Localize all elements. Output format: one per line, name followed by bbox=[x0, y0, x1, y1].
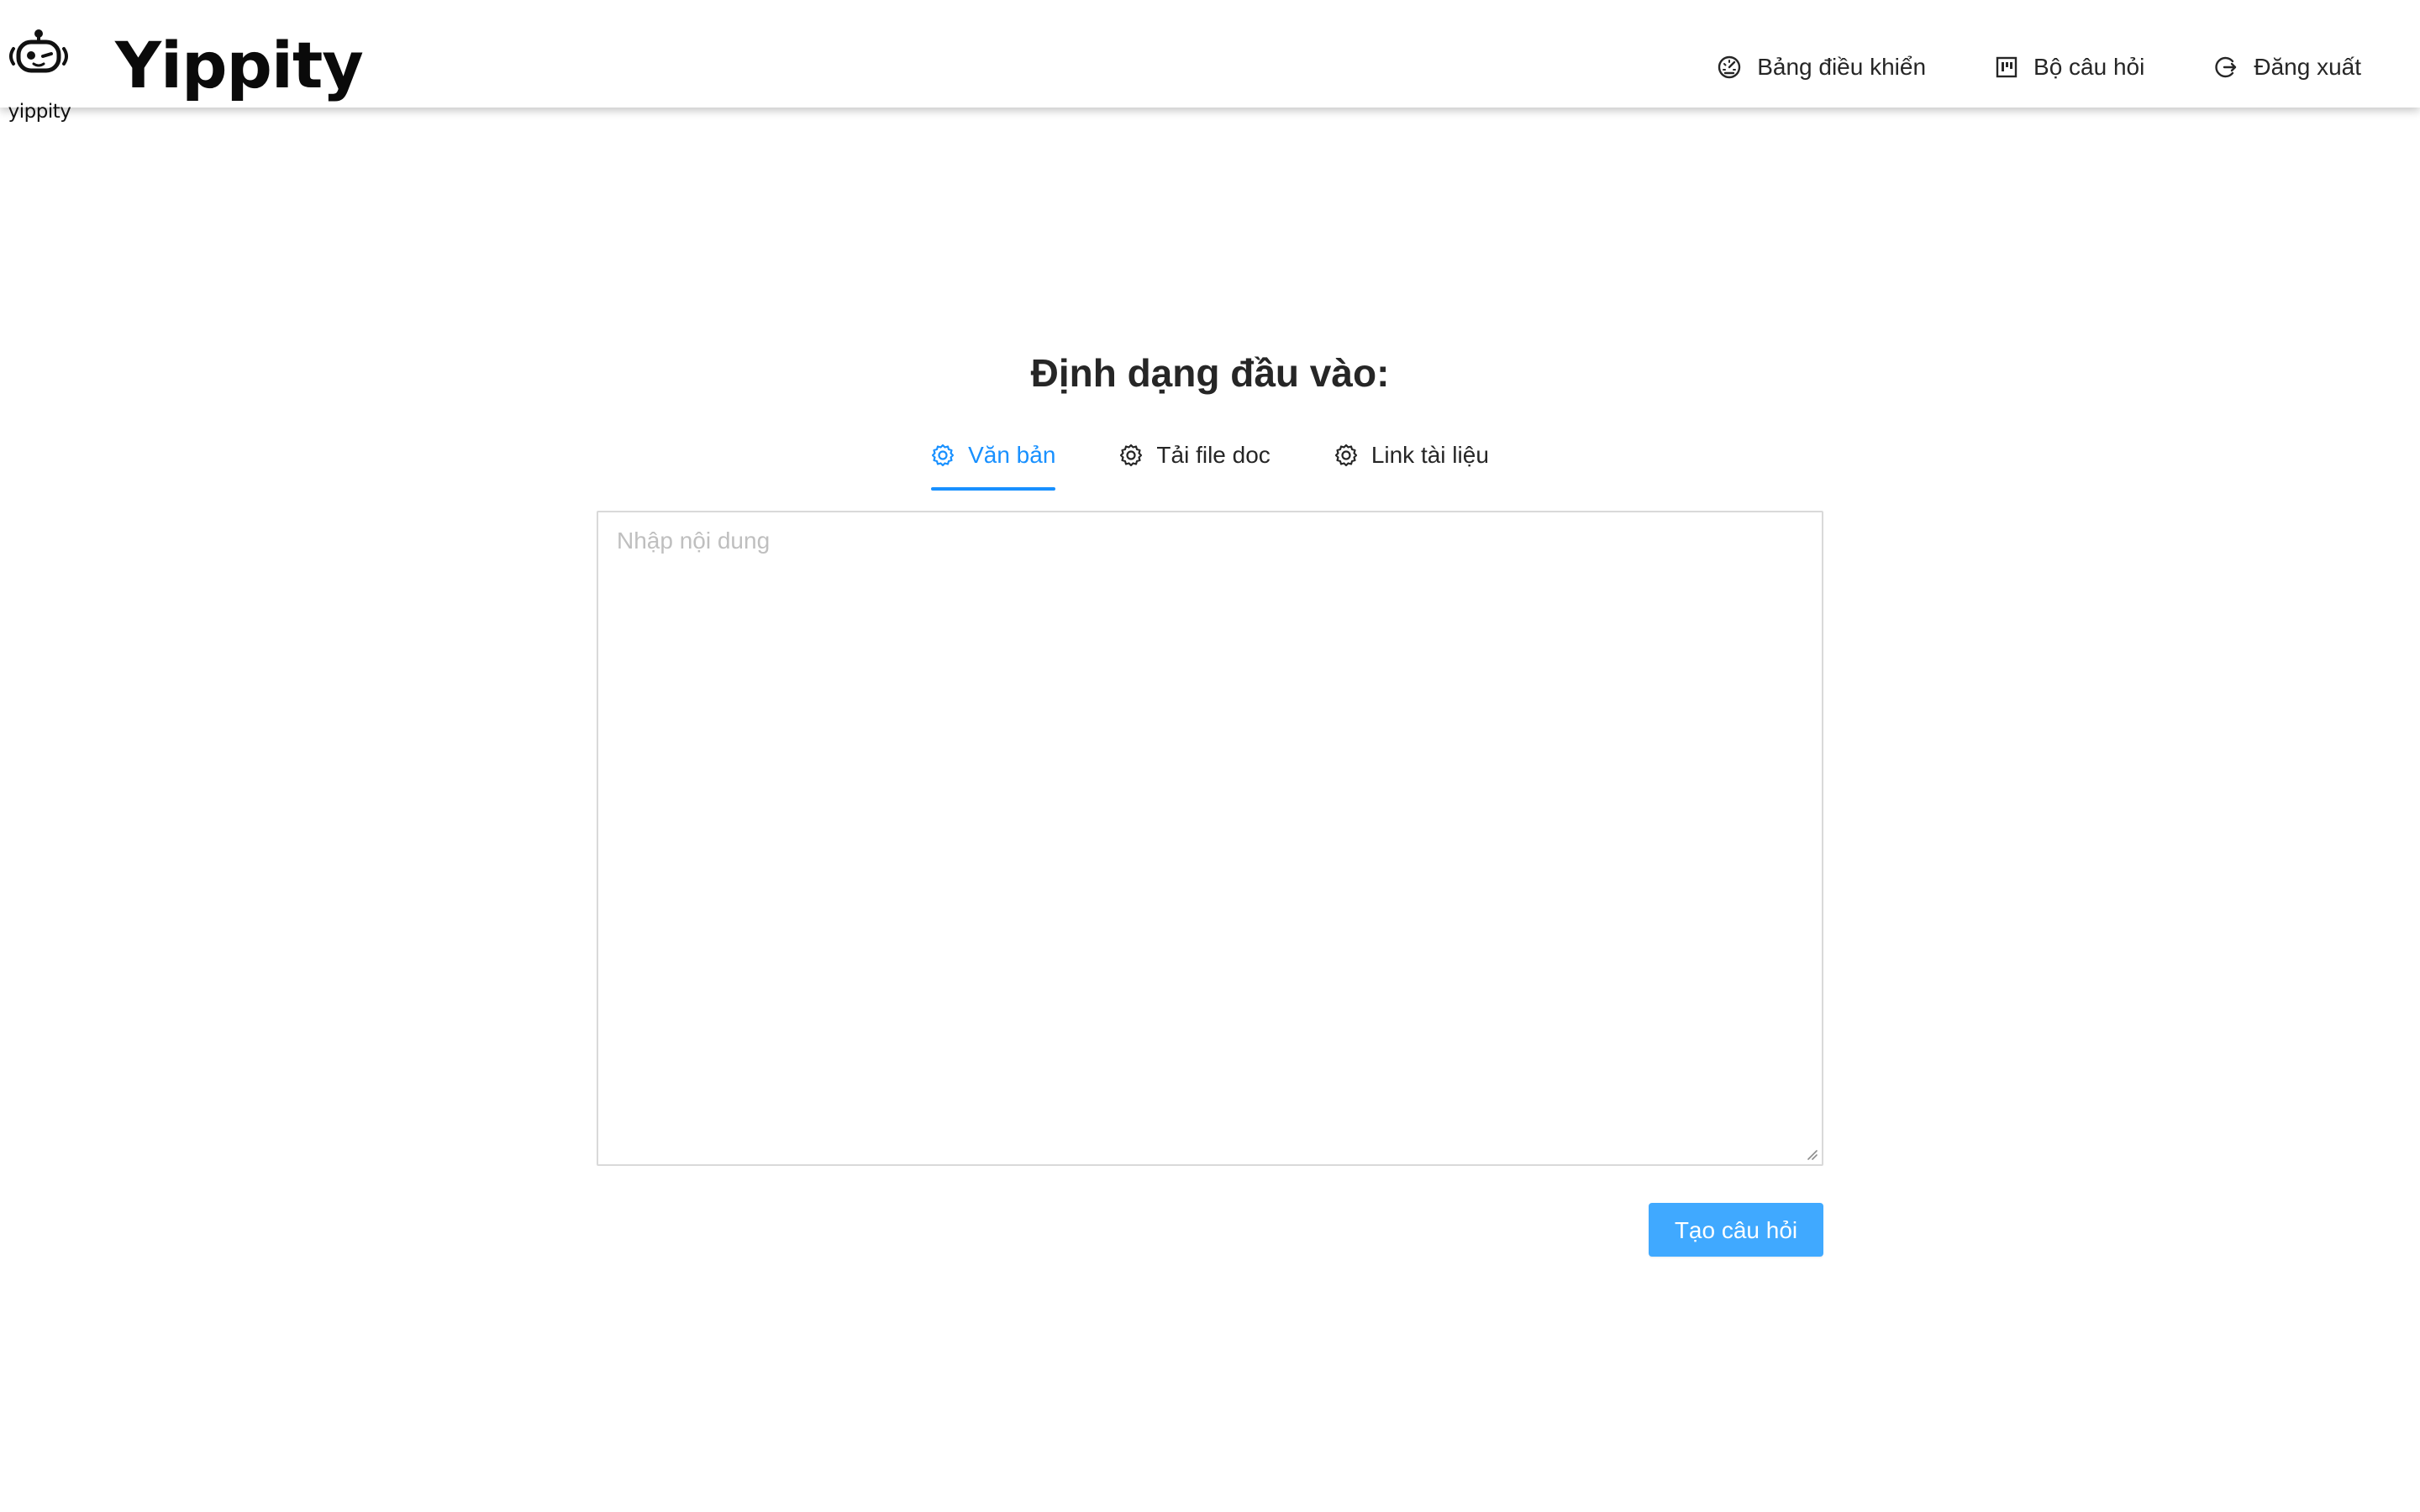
create-questions-button[interactable]: Tạo câu hỏi bbox=[1649, 1203, 1823, 1257]
tab-label-document-link: Link tài liệu bbox=[1370, 442, 1489, 468]
top-header: yippity Yippity Bảng điều khiển Bộ câu h… bbox=[0, 0, 2420, 123]
nav-item-question-sets[interactable]: Bộ câu hỏi bbox=[1995, 50, 2144, 84]
logo[interactable]: yippity bbox=[0, 29, 79, 123]
robot-logo-icon bbox=[9, 29, 68, 73]
tab-upload-doc[interactable]: Tải file doc bbox=[1119, 437, 1270, 474]
tab-text[interactable]: Văn bản bbox=[931, 437, 1056, 491]
dashboard-icon bbox=[1718, 55, 1741, 79]
nav-item-dashboard[interactable]: Bảng điều khiển bbox=[1717, 50, 1926, 84]
project-icon bbox=[1996, 56, 2018, 78]
gear-icon bbox=[931, 444, 955, 467]
input-format-tabs: Văn bản Tải file doc Link tài liệu bbox=[0, 437, 2420, 494]
content-input[interactable] bbox=[598, 512, 1822, 1164]
tab-label-upload-doc: Tải file doc bbox=[1156, 442, 1270, 468]
nav-label-logout: Đăng xuất bbox=[2254, 54, 2361, 80]
gear-icon bbox=[1120, 444, 1143, 467]
tab-label-text: Văn bản bbox=[968, 442, 1056, 468]
nav-item-logout[interactable]: Đăng xuất bbox=[2213, 50, 2361, 84]
page-title: Định dạng đầu vào: bbox=[1030, 351, 1390, 395]
logo-caption: yippity bbox=[8, 101, 71, 123]
tab-document-link[interactable]: Link tài liệu bbox=[1334, 437, 1489, 474]
brand-name[interactable]: Yippity bbox=[115, 25, 364, 106]
nav-label-dashboard: Bảng điều khiển bbox=[1757, 54, 1927, 80]
nav-label-question-sets: Bộ câu hỏi bbox=[2033, 54, 2145, 80]
gear-icon bbox=[1334, 444, 1357, 467]
resize-handle-icon[interactable] bbox=[1803, 1146, 1818, 1161]
content-input-container bbox=[597, 511, 1823, 1166]
logout-icon bbox=[2215, 56, 2237, 78]
main-nav: Bảng điều khiển Bộ câu hỏi Đăng xuất bbox=[1648, 50, 2361, 84]
